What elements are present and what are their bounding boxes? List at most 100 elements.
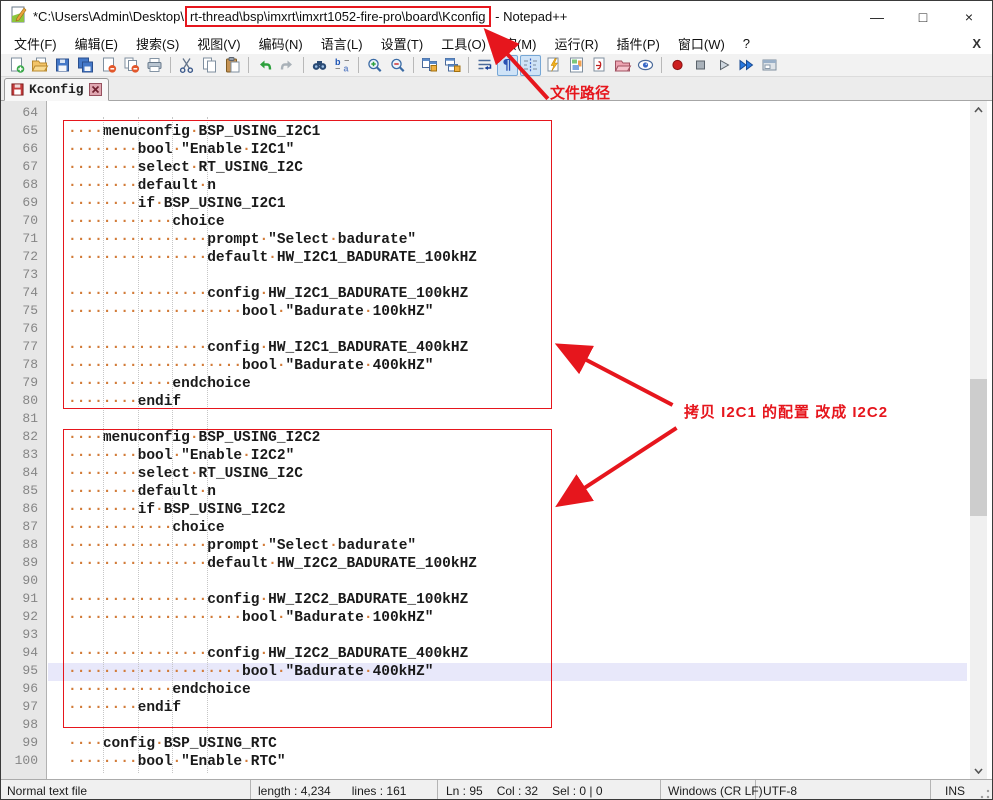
code-line[interactable]: ····················bool·"Badurate·100kH… xyxy=(48,303,967,321)
redo-icon[interactable] xyxy=(277,55,298,76)
close-document-x[interactable]: X xyxy=(972,36,981,51)
code-line[interactable] xyxy=(48,321,967,339)
cut-icon[interactable] xyxy=(176,55,197,76)
code-line[interactable]: ········select·RT_USING_I2C xyxy=(48,159,967,177)
close-file-icon[interactable] xyxy=(98,55,119,76)
menu-item-encoding[interactable]: 编码(N) xyxy=(250,32,312,55)
line-number-gutter[interactable]: 6465666768697071727374757677787980818283… xyxy=(1,101,47,779)
code-line[interactable]: ····config·BSP_USING_RTC xyxy=(48,735,967,753)
code-line[interactable]: ········select·RT_USING_I2C xyxy=(48,465,967,483)
code-line[interactable] xyxy=(48,105,967,123)
zoom-in-icon[interactable] xyxy=(364,55,385,76)
define-language-icon[interactable] xyxy=(589,55,610,76)
code-line[interactable] xyxy=(48,267,967,285)
print-icon[interactable] xyxy=(144,55,165,76)
save-all-icon[interactable] xyxy=(75,55,96,76)
tab-close-icon[interactable] xyxy=(89,83,102,96)
menu-item-macro[interactable]: 宏(M) xyxy=(495,32,546,55)
zoom-out-icon[interactable] xyxy=(387,55,408,76)
code-line[interactable]: ················prompt·"Select·badurate" xyxy=(48,537,967,555)
status-insert-mode[interactable]: INS xyxy=(931,780,992,800)
minimize-button[interactable]: — xyxy=(854,1,900,32)
macro-record-icon[interactable] xyxy=(667,55,688,76)
code-line[interactable]: ········endif xyxy=(48,699,967,717)
undo-icon[interactable] xyxy=(254,55,275,76)
close-all-files-icon[interactable] xyxy=(121,55,142,76)
macro-play-icon[interactable] xyxy=(713,55,734,76)
macro-stop-icon[interactable] xyxy=(690,55,711,76)
code-line[interactable]: ············endchoice xyxy=(48,681,967,699)
menu-item-settings[interactable]: 设置(T) xyxy=(372,32,433,55)
sync-h-scroll-icon[interactable] xyxy=(442,55,463,76)
code-line[interactable] xyxy=(48,573,967,591)
folder-as-workspace-icon[interactable] xyxy=(612,55,633,76)
code-line[interactable]: ········if·BSP_USING_I2C2 xyxy=(48,501,967,519)
find-icon[interactable] xyxy=(309,55,330,76)
paste-icon[interactable] xyxy=(222,55,243,76)
code-line[interactable]: ············endchoice xyxy=(48,375,967,393)
code-line[interactable]: ················default·HW_I2C2_BADURATE… xyxy=(48,555,967,573)
status-encoding[interactable]: UTF-8 xyxy=(756,780,931,800)
close-button[interactable]: × xyxy=(946,1,992,32)
menu-item-language[interactable]: 语言(L) xyxy=(312,32,372,55)
menu-item-window[interactable]: 窗口(W) xyxy=(669,32,734,55)
code-line[interactable]: ············choice xyxy=(48,213,967,231)
menu-item-edit[interactable]: 编辑(E) xyxy=(66,32,127,55)
scroll-up-arrow-icon[interactable] xyxy=(970,101,987,118)
word-wrap-icon[interactable] xyxy=(474,55,495,76)
copy-icon[interactable] xyxy=(199,55,220,76)
menu-item-run[interactable]: 运行(R) xyxy=(545,32,607,55)
open-folder-icon[interactable] xyxy=(29,55,50,76)
new-file-icon[interactable] xyxy=(6,55,27,76)
code-line[interactable]: ············choice xyxy=(48,519,967,537)
code-line[interactable]: ········default·n xyxy=(48,483,967,501)
text-area[interactable]: ····menuconfig·BSP_USING_I2C1········boo… xyxy=(48,101,967,779)
tab-kconfig[interactable]: Kconfig xyxy=(4,78,109,101)
maximize-button[interactable]: □ xyxy=(900,1,946,32)
code-line[interactable]: ········bool·"Enable·I2C2" xyxy=(48,447,967,465)
monitoring-icon[interactable] xyxy=(635,55,656,76)
code-line[interactable]: ················config·HW_I2C2_BADURATE_… xyxy=(48,645,967,663)
menu-item-tools[interactable]: 工具(O) xyxy=(432,32,495,55)
macro-save-icon[interactable] xyxy=(759,55,780,76)
show-all-chars-icon[interactable]: ¶ xyxy=(497,55,518,76)
code-line[interactable] xyxy=(48,717,967,735)
code-line[interactable]: ····menuconfig·BSP_USING_I2C1 xyxy=(48,123,967,141)
menu-item-help[interactable]: ? xyxy=(734,34,759,53)
code-line[interactable] xyxy=(48,411,967,429)
code-line[interactable] xyxy=(48,627,967,645)
code-line[interactable]: ········endif xyxy=(48,393,967,411)
code-line[interactable]: ····················bool·"Badurate·400kH… xyxy=(48,663,967,681)
menu-item-view[interactable]: 视图(V) xyxy=(188,32,249,55)
code-line[interactable]: ················config·HW_I2C1_BADURATE_… xyxy=(48,339,967,357)
replace-icon[interactable]: ba xyxy=(332,55,353,76)
save-icon[interactable] xyxy=(52,55,73,76)
notepadpp-app-icon[interactable] xyxy=(10,6,27,28)
code-line[interactable]: ····················bool·"Badurate·400kH… xyxy=(48,357,967,375)
code-line[interactable]: ····················bool·"Badurate·100kH… xyxy=(48,609,967,627)
scrollbar-thumb[interactable] xyxy=(970,379,987,516)
code-line[interactable]: ········bool·"Enable·I2C1" xyxy=(48,141,967,159)
code-line[interactable]: ················config·HW_I2C1_BADURATE_… xyxy=(48,285,967,303)
code-line[interactable]: ········bool·"Enable·RTC" xyxy=(48,753,967,771)
code-line[interactable]: ········default·n xyxy=(48,177,967,195)
code-line[interactable]: ········if·BSP_USING_I2C1 xyxy=(48,195,967,213)
menu-item-file[interactable]: 文件(F) xyxy=(5,32,66,55)
code-line[interactable]: ····menuconfig·BSP_USING_I2C2 xyxy=(48,429,967,447)
code-line[interactable]: ················config·HW_I2C2_BADURATE_… xyxy=(48,591,967,609)
function-list-icon[interactable] xyxy=(543,55,564,76)
title-bar[interactable]: *C:\Users\Admin\Desktop\ rt-thread\bsp\i… xyxy=(1,1,992,32)
menu-item-search[interactable]: 搜索(S) xyxy=(127,32,188,55)
editor-pane[interactable]: 6465666768697071727374757677787980818283… xyxy=(1,101,992,779)
document-map-icon[interactable] xyxy=(566,55,587,76)
sync-v-scroll-icon[interactable] xyxy=(419,55,440,76)
macro-run-multi-icon[interactable] xyxy=(736,55,757,76)
status-eol-format[interactable]: Windows (CR LF) xyxy=(661,780,756,800)
code-line[interactable]: ················default·HW_I2C1_BADURATE… xyxy=(48,249,967,267)
resize-grip[interactable] xyxy=(980,789,990,799)
menu-item-plugins[interactable]: 插件(P) xyxy=(608,32,669,55)
scroll-down-arrow-icon[interactable] xyxy=(970,762,987,779)
vertical-scrollbar[interactable] xyxy=(970,101,987,779)
code-line[interactable]: ················prompt·"Select·badurate" xyxy=(48,231,967,249)
indent-guide-icon[interactable] xyxy=(520,55,541,76)
